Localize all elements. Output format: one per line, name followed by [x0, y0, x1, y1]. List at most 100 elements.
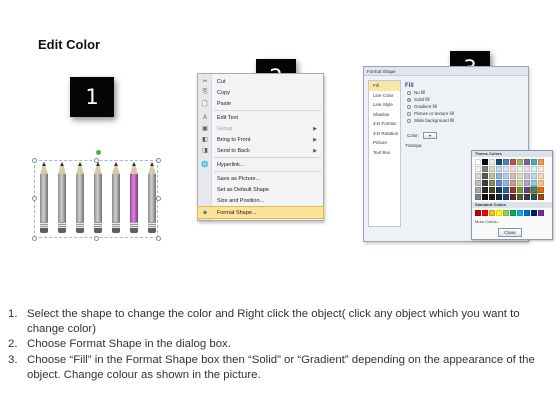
- color-swatch[interactable]: [482, 159, 488, 165]
- dialog-nav-item[interactable]: Line Style: [369, 100, 400, 110]
- radio-button[interactable]: [407, 104, 411, 109]
- color-swatch[interactable]: [510, 180, 516, 186]
- color-swatch[interactable]: [503, 173, 509, 179]
- menu-item[interactable]: ◨ Send to Back ▶: [198, 145, 323, 156]
- fill-option[interactable]: Picture or texture fill: [405, 110, 525, 117]
- color-swatch[interactable]: [517, 173, 523, 179]
- color-swatch[interactable]: [531, 173, 537, 179]
- more-colors-link[interactable]: More Colors...: [472, 218, 552, 225]
- color-swatch[interactable]: [538, 187, 544, 193]
- color-swatch[interactable]: [475, 173, 481, 179]
- color-swatch[interactable]: [524, 210, 530, 216]
- color-swatch[interactable]: [524, 187, 530, 193]
- resize-handle-br[interactable]: [156, 236, 161, 241]
- color-swatch[interactable]: [475, 194, 481, 200]
- color-swatch[interactable]: [489, 210, 495, 216]
- color-swatch[interactable]: [496, 173, 502, 179]
- dialog-nav-item[interactable]: 3-D Rotation: [369, 129, 400, 139]
- color-swatch[interactable]: [489, 173, 495, 179]
- radio-button[interactable]: [407, 111, 411, 116]
- color-swatch[interactable]: [510, 166, 516, 172]
- color-swatch[interactable]: [482, 180, 488, 186]
- color-swatch[interactable]: [510, 210, 516, 216]
- color-swatch[interactable]: [482, 194, 488, 200]
- color-swatch[interactable]: [538, 180, 544, 186]
- menu-item[interactable]: ⎘ Copy: [198, 87, 323, 98]
- dialog-nav-item[interactable]: Fill: [369, 81, 400, 91]
- color-swatch[interactable]: [510, 187, 516, 193]
- color-swatch[interactable]: [524, 194, 530, 200]
- color-swatch[interactable]: [531, 194, 537, 200]
- color-swatch[interactable]: [475, 180, 481, 186]
- color-swatch[interactable]: [517, 194, 523, 200]
- color-swatch[interactable]: [482, 166, 488, 172]
- resize-handle-r[interactable]: [156, 196, 161, 201]
- color-swatch[interactable]: [503, 166, 509, 172]
- menu-item[interactable]: ▣ Group ▶: [198, 123, 323, 134]
- resize-handle-tr[interactable]: [156, 158, 161, 163]
- dialog-nav-item[interactable]: Text Box: [369, 148, 400, 158]
- dialog-nav-item[interactable]: 3-D Format: [369, 119, 400, 129]
- pencil-shape[interactable]: [76, 162, 84, 238]
- color-swatch[interactable]: [538, 210, 544, 216]
- pencil-shape[interactable]: [40, 162, 48, 238]
- color-swatch[interactable]: [510, 173, 516, 179]
- pencil-shape[interactable]: [58, 162, 66, 238]
- menu-item[interactable]: Save as Picture...: [198, 173, 323, 184]
- menu-item[interactable]: A Edit Text: [198, 112, 323, 123]
- menu-item[interactable]: ◧ Bring to Front ▶: [198, 134, 323, 145]
- color-swatch[interactable]: [496, 180, 502, 186]
- color-swatch[interactable]: [510, 159, 516, 165]
- color-swatch[interactable]: [496, 194, 502, 200]
- color-swatch[interactable]: [524, 159, 530, 165]
- color-swatch[interactable]: [530, 186, 538, 194]
- fill-option[interactable]: Gradient fill: [405, 103, 525, 110]
- color-swatch[interactable]: [517, 180, 523, 186]
- color-swatch[interactable]: [489, 187, 495, 193]
- resize-handle-l[interactable]: [32, 196, 37, 201]
- fill-option[interactable]: No fill: [405, 89, 525, 96]
- color-swatch[interactable]: [496, 166, 502, 172]
- resize-handle-bl[interactable]: [32, 236, 37, 241]
- radio-button[interactable]: [407, 118, 411, 123]
- color-swatch[interactable]: [517, 187, 523, 193]
- color-swatch[interactable]: [475, 166, 481, 172]
- color-swatch[interactable]: [496, 210, 502, 216]
- color-swatch[interactable]: [517, 166, 523, 172]
- color-swatch[interactable]: [503, 180, 509, 186]
- color-swatch[interactable]: [489, 166, 495, 172]
- color-swatch[interactable]: [496, 187, 502, 193]
- color-swatch[interactable]: [517, 210, 523, 216]
- color-swatch[interactable]: [524, 166, 530, 172]
- color-swatch[interactable]: [482, 173, 488, 179]
- close-button[interactable]: Close: [498, 228, 522, 237]
- radio-button[interactable]: [407, 90, 411, 95]
- fill-option[interactable]: Slide background fill: [405, 117, 525, 124]
- pencil-shape[interactable]: [148, 162, 156, 238]
- color-dropdown-button[interactable]: ▾: [423, 132, 438, 139]
- color-swatch[interactable]: [538, 166, 544, 172]
- color-swatch[interactable]: [496, 159, 502, 165]
- color-swatch[interactable]: [503, 210, 509, 216]
- dialog-nav-item[interactable]: Line Color: [369, 91, 400, 101]
- pencil-shape[interactable]: [130, 162, 138, 238]
- color-swatch[interactable]: [475, 187, 481, 193]
- color-swatch[interactable]: [531, 166, 537, 172]
- color-swatch[interactable]: [489, 194, 495, 200]
- color-swatch[interactable]: [524, 180, 530, 186]
- resize-handle-tl[interactable]: [32, 158, 37, 163]
- color-swatch[interactable]: [531, 159, 537, 165]
- color-swatch[interactable]: [489, 159, 495, 165]
- pencil-shape[interactable]: [112, 162, 120, 238]
- fill-option[interactable]: Solid fill: [405, 96, 525, 103]
- color-swatch[interactable]: [503, 187, 509, 193]
- menu-item[interactable]: ◈ Format Shape...: [197, 206, 324, 219]
- color-swatch[interactable]: [482, 210, 488, 216]
- color-swatch[interactable]: [538, 159, 544, 165]
- color-swatch[interactable]: [531, 210, 537, 216]
- color-swatch[interactable]: [517, 159, 523, 165]
- color-swatch[interactable]: [475, 159, 481, 165]
- color-swatch[interactable]: [538, 173, 544, 179]
- color-swatch[interactable]: [538, 194, 544, 200]
- rotation-handle[interactable]: [96, 150, 101, 155]
